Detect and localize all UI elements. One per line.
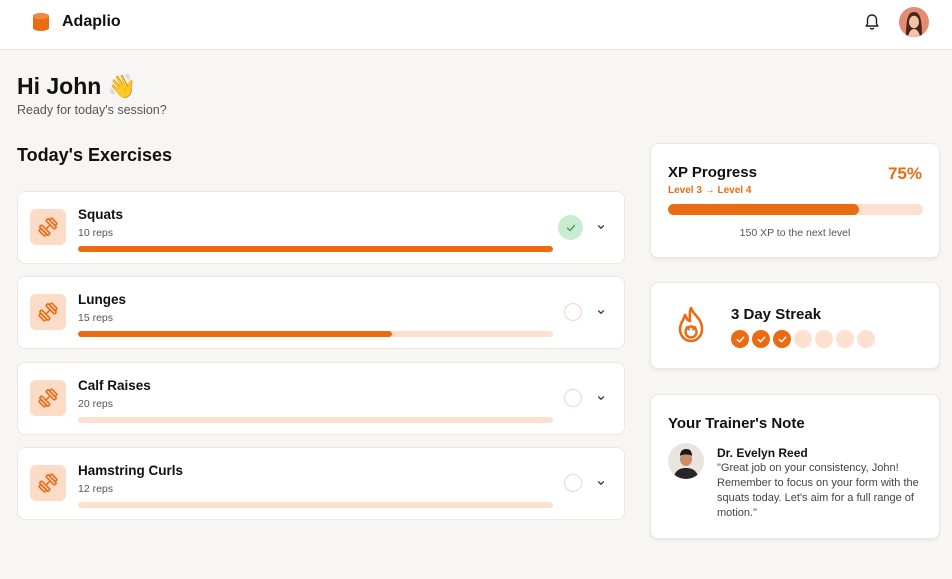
brand-name: Adaplio — [62, 13, 121, 30]
chevron-down-icon[interactable] — [596, 478, 606, 488]
exercise-name: Squats — [78, 207, 124, 222]
streak-card: 3 Day Streak — [650, 282, 940, 369]
incomplete-check-circle[interactable] — [564, 303, 582, 321]
xp-progress-card: XP Progress 75% Level 3 → Level 4 150 XP… — [650, 143, 940, 258]
trainer-message: "Great job on your consistency, John! Re… — [717, 462, 919, 519]
incomplete-check-circle[interactable] — [564, 389, 582, 407]
streak-days — [731, 330, 875, 348]
exercise-reps: 15 reps — [78, 312, 114, 324]
chevron-down-icon[interactable] — [596, 307, 606, 317]
exercises-section-title: Today's Exercises — [17, 145, 173, 165]
exercise-name: Lunges — [78, 292, 127, 307]
exercise-card-hamstring-curls[interactable]: Hamstring Curls 12 reps — [17, 447, 625, 520]
bell-icon[interactable] — [863, 13, 881, 31]
exercise-progress-bar — [78, 417, 553, 423]
exercise-card-lunges[interactable]: Lunges 15 reps — [17, 276, 625, 349]
dumbbell-icon — [30, 294, 66, 330]
logo-icon — [33, 13, 49, 31]
exercise-name: Hamstring Curls — [78, 463, 184, 478]
streak-title: 3 Day Streak — [731, 306, 822, 323]
chevron-down-icon[interactable] — [596, 222, 606, 232]
greeting-subtitle: Ready for today's session? — [17, 103, 167, 117]
trainer-avatar — [668, 443, 704, 479]
exercise-reps: 10 reps — [78, 227, 114, 239]
dumbbell-icon — [30, 380, 66, 416]
streak-day-empty — [815, 330, 833, 348]
flame-icon — [678, 306, 704, 343]
streak-day-empty — [836, 330, 854, 348]
exercise-progress-bar — [78, 502, 553, 508]
xp-next-level-text: 150 XP to the next level — [739, 227, 851, 239]
streak-day-empty — [857, 330, 875, 348]
dumbbell-icon — [30, 465, 66, 501]
streak-day-complete-icon — [773, 330, 791, 348]
xp-percent: 75% — [887, 164, 922, 183]
exercise-name: Calf Raises — [78, 378, 151, 393]
xp-title: XP Progress — [668, 164, 757, 181]
exercise-card-calf-raises[interactable]: Calf Raises 20 reps — [17, 362, 625, 435]
streak-day-empty — [794, 330, 812, 348]
greeting-title: Hi John 👋 — [17, 73, 137, 99]
exercise-progress-bar — [78, 246, 553, 252]
user-avatar[interactable] — [899, 7, 929, 37]
trainer-name: Dr. Evelyn Reed — [717, 446, 808, 460]
completed-check-icon[interactable] — [558, 215, 583, 240]
top-bar: Adaplio — [0, 0, 952, 50]
exercise-progress-bar — [78, 331, 553, 337]
exercise-reps: 20 reps — [78, 398, 114, 410]
streak-day-complete-icon — [731, 330, 749, 348]
xp-progress-bar — [668, 204, 923, 215]
exercise-card-squats[interactable]: Squats 10 reps — [17, 191, 625, 264]
trainer-note-title: Your Trainer's Note — [668, 415, 805, 432]
trainer-note-card: Your Trainer's Note Dr. Evelyn Reed "Gre… — [650, 394, 940, 539]
chevron-down-icon[interactable] — [596, 393, 606, 403]
streak-day-complete-icon — [752, 330, 770, 348]
exercise-reps: 12 reps — [78, 483, 114, 495]
incomplete-check-circle[interactable] — [564, 474, 582, 492]
dumbbell-icon — [30, 209, 66, 245]
xp-level-label: Level 3 → Level 4 — [668, 185, 752, 196]
